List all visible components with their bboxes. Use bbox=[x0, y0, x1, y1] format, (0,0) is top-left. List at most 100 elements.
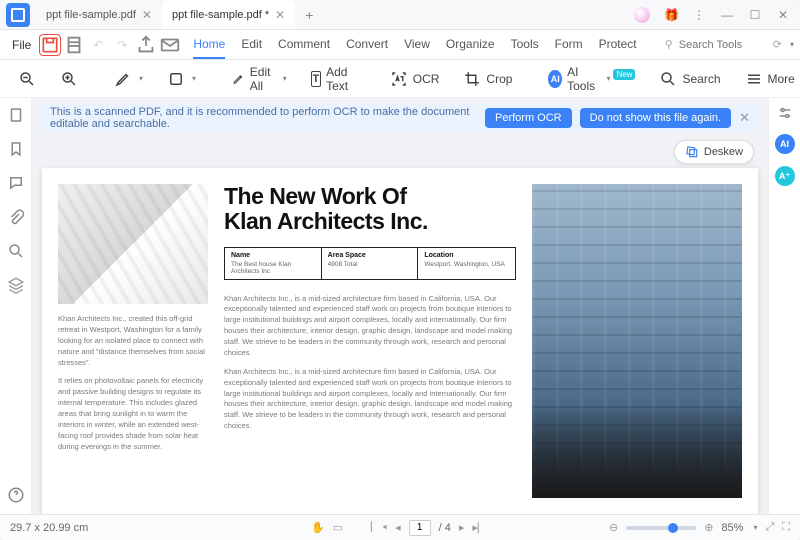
prev-page-icon[interactable]: ◂ bbox=[395, 521, 401, 534]
menu-organize[interactable]: Organize bbox=[446, 31, 495, 59]
user-avatar-icon[interactable] bbox=[634, 7, 650, 23]
zoom-slider[interactable] bbox=[626, 526, 696, 530]
close-window-icon[interactable]: ✕ bbox=[776, 8, 790, 22]
gift-icon[interactable]: 🎁 bbox=[664, 8, 678, 22]
square-icon bbox=[167, 70, 185, 88]
info-value: Westport, Washington, USA bbox=[424, 261, 509, 268]
magnify-icon[interactable] bbox=[7, 242, 25, 260]
menu-form[interactable]: Form bbox=[555, 31, 583, 59]
ai-side-icon[interactable]: AI bbox=[775, 134, 795, 154]
email-icon[interactable] bbox=[159, 34, 181, 56]
deskew-icon bbox=[685, 145, 699, 159]
zoom-out-button[interactable] bbox=[10, 66, 44, 92]
menu-edit[interactable]: Edit bbox=[241, 31, 262, 59]
new-badge: New bbox=[613, 69, 635, 80]
more-button[interactable]: More▾ bbox=[737, 66, 800, 92]
edit-all-button[interactable]: Edit All▾ bbox=[224, 61, 295, 97]
last-page-icon[interactable]: ▸⎸ bbox=[472, 521, 489, 535]
deskew-label: Deskew bbox=[704, 146, 743, 158]
zoom-in-button[interactable] bbox=[52, 66, 86, 92]
shape-button[interactable]: ▾ bbox=[159, 66, 204, 92]
menu-comment[interactable]: Comment bbox=[278, 31, 330, 59]
highlighter-icon bbox=[114, 70, 132, 88]
maximize-icon[interactable]: ☐ bbox=[748, 8, 762, 22]
bookmark-icon[interactable] bbox=[7, 140, 25, 158]
redo-icon[interactable]: ↷ bbox=[111, 34, 133, 56]
doc-headline-line2: Klan Architects Inc. bbox=[224, 208, 428, 234]
zoom-value: 85% bbox=[721, 522, 743, 534]
search-label: Search bbox=[682, 72, 720, 86]
app-logo-icon bbox=[6, 3, 30, 27]
ocr-label: OCR bbox=[413, 72, 440, 86]
search-tools-input[interactable] bbox=[679, 39, 759, 51]
ai-tools-button[interactable]: AIAI Tools▾New bbox=[540, 61, 643, 97]
tab-active[interactable]: ppt file-sample.pdf * ✕ bbox=[162, 0, 295, 29]
menu-file[interactable]: File bbox=[6, 38, 37, 52]
zoom-out-icon[interactable]: ⊖ bbox=[609, 521, 618, 534]
next-page-icon[interactable]: ▸ bbox=[459, 521, 465, 534]
new-tab-button[interactable]: + bbox=[295, 7, 323, 23]
chevron-down-icon: ▾ bbox=[283, 74, 287, 83]
menu-home[interactable]: Home bbox=[193, 31, 225, 59]
titlebar: ppt file-sample.pdf ✕ ppt file-sample.pd… bbox=[0, 0, 800, 30]
print-icon[interactable] bbox=[63, 34, 85, 56]
pencil-icon bbox=[232, 70, 245, 88]
menu-convert[interactable]: Convert bbox=[346, 31, 388, 59]
share-icon[interactable] bbox=[135, 34, 157, 56]
statusbar: 29.7 x 20.99 cm ✋ ▭ ⎸◂ ◂ / 4 ▸ ▸⎸ ⊖ ⊕ 85… bbox=[0, 514, 800, 540]
first-page-icon[interactable]: ⎸◂ bbox=[371, 521, 387, 534]
menu-protect[interactable]: Protect bbox=[599, 31, 637, 59]
comment-icon[interactable] bbox=[7, 174, 25, 192]
kebab-icon[interactable]: ⋮ bbox=[692, 8, 706, 22]
zoom-in-icon[interactable]: ⊕ bbox=[704, 521, 713, 534]
search-button[interactable]: Search bbox=[651, 66, 728, 92]
crop-label: Crop bbox=[486, 72, 512, 86]
fit-width-icon[interactable]: ⤢ bbox=[765, 521, 774, 534]
page-total: / 4 bbox=[439, 522, 451, 534]
close-banner-icon[interactable]: ✕ bbox=[739, 110, 750, 126]
doc-headline-line1: The New Work Of bbox=[224, 183, 407, 209]
help-icon[interactable] bbox=[7, 486, 25, 504]
translate-side-icon[interactable]: A⁺ bbox=[775, 166, 795, 186]
close-icon[interactable]: ✕ bbox=[142, 8, 152, 22]
close-icon[interactable]: ✕ bbox=[275, 8, 285, 22]
chevron-down-icon: ▾ bbox=[139, 74, 143, 83]
ocr-banner: This is a scanned PDF, and it is recomme… bbox=[40, 104, 760, 132]
layers-icon[interactable] bbox=[7, 276, 25, 294]
perform-ocr-button[interactable]: Perform OCR bbox=[485, 108, 572, 128]
menu-view[interactable]: View bbox=[404, 31, 430, 59]
fullscreen-icon[interactable]: ⛶ bbox=[782, 521, 790, 534]
save-button[interactable] bbox=[39, 34, 61, 56]
document-page: Khan Architects Inc., created this off-g… bbox=[42, 168, 758, 514]
ocr-button[interactable]: OCR bbox=[382, 66, 448, 92]
crop-button[interactable]: Crop bbox=[455, 66, 520, 92]
search-icon bbox=[659, 70, 677, 88]
toolbar: ▾ ▾ Edit All▾ TAdd Text OCR Crop AIAI To… bbox=[0, 60, 800, 98]
add-text-label: Add Text bbox=[326, 65, 354, 93]
chevron-down-icon: ▾ bbox=[192, 74, 196, 83]
ocr-icon bbox=[390, 70, 408, 88]
undo-icon[interactable]: ↶ bbox=[87, 34, 109, 56]
chevron-down-icon[interactable]: ▾ bbox=[790, 40, 794, 49]
attachment-icon[interactable] bbox=[7, 208, 25, 226]
highlight-button[interactable]: ▾ bbox=[106, 66, 151, 92]
sync-icon[interactable]: ⟳ bbox=[773, 38, 782, 51]
thumbnails-icon[interactable] bbox=[7, 106, 25, 124]
crop-icon bbox=[463, 70, 481, 88]
page-number-input[interactable] bbox=[409, 520, 431, 536]
tab-inactive[interactable]: ppt file-sample.pdf ✕ bbox=[36, 0, 162, 29]
page-dimensions: 29.7 x 20.99 cm bbox=[10, 522, 88, 534]
menu-tools[interactable]: Tools bbox=[511, 31, 539, 59]
add-text-button[interactable]: TAdd Text bbox=[303, 61, 362, 97]
dismiss-banner-button[interactable]: Do not show this file again. bbox=[580, 108, 731, 128]
info-value: 4908 Total bbox=[328, 261, 412, 268]
info-value: The Best house Klan Architects Inc bbox=[231, 261, 315, 275]
deskew-button[interactable]: Deskew bbox=[674, 140, 754, 164]
hand-tool-icon[interactable]: ✋ bbox=[311, 521, 325, 534]
select-tool-icon[interactable]: ▭ bbox=[333, 521, 343, 534]
doc-para: Khan Architects Inc., created this off-g… bbox=[58, 314, 208, 368]
settings-icon[interactable] bbox=[776, 104, 794, 122]
chevron-down-icon[interactable]: ▾ bbox=[753, 523, 757, 532]
banner-message: This is a scanned PDF, and it is recomme… bbox=[50, 106, 477, 130]
minimize-icon[interactable]: — bbox=[720, 8, 734, 22]
